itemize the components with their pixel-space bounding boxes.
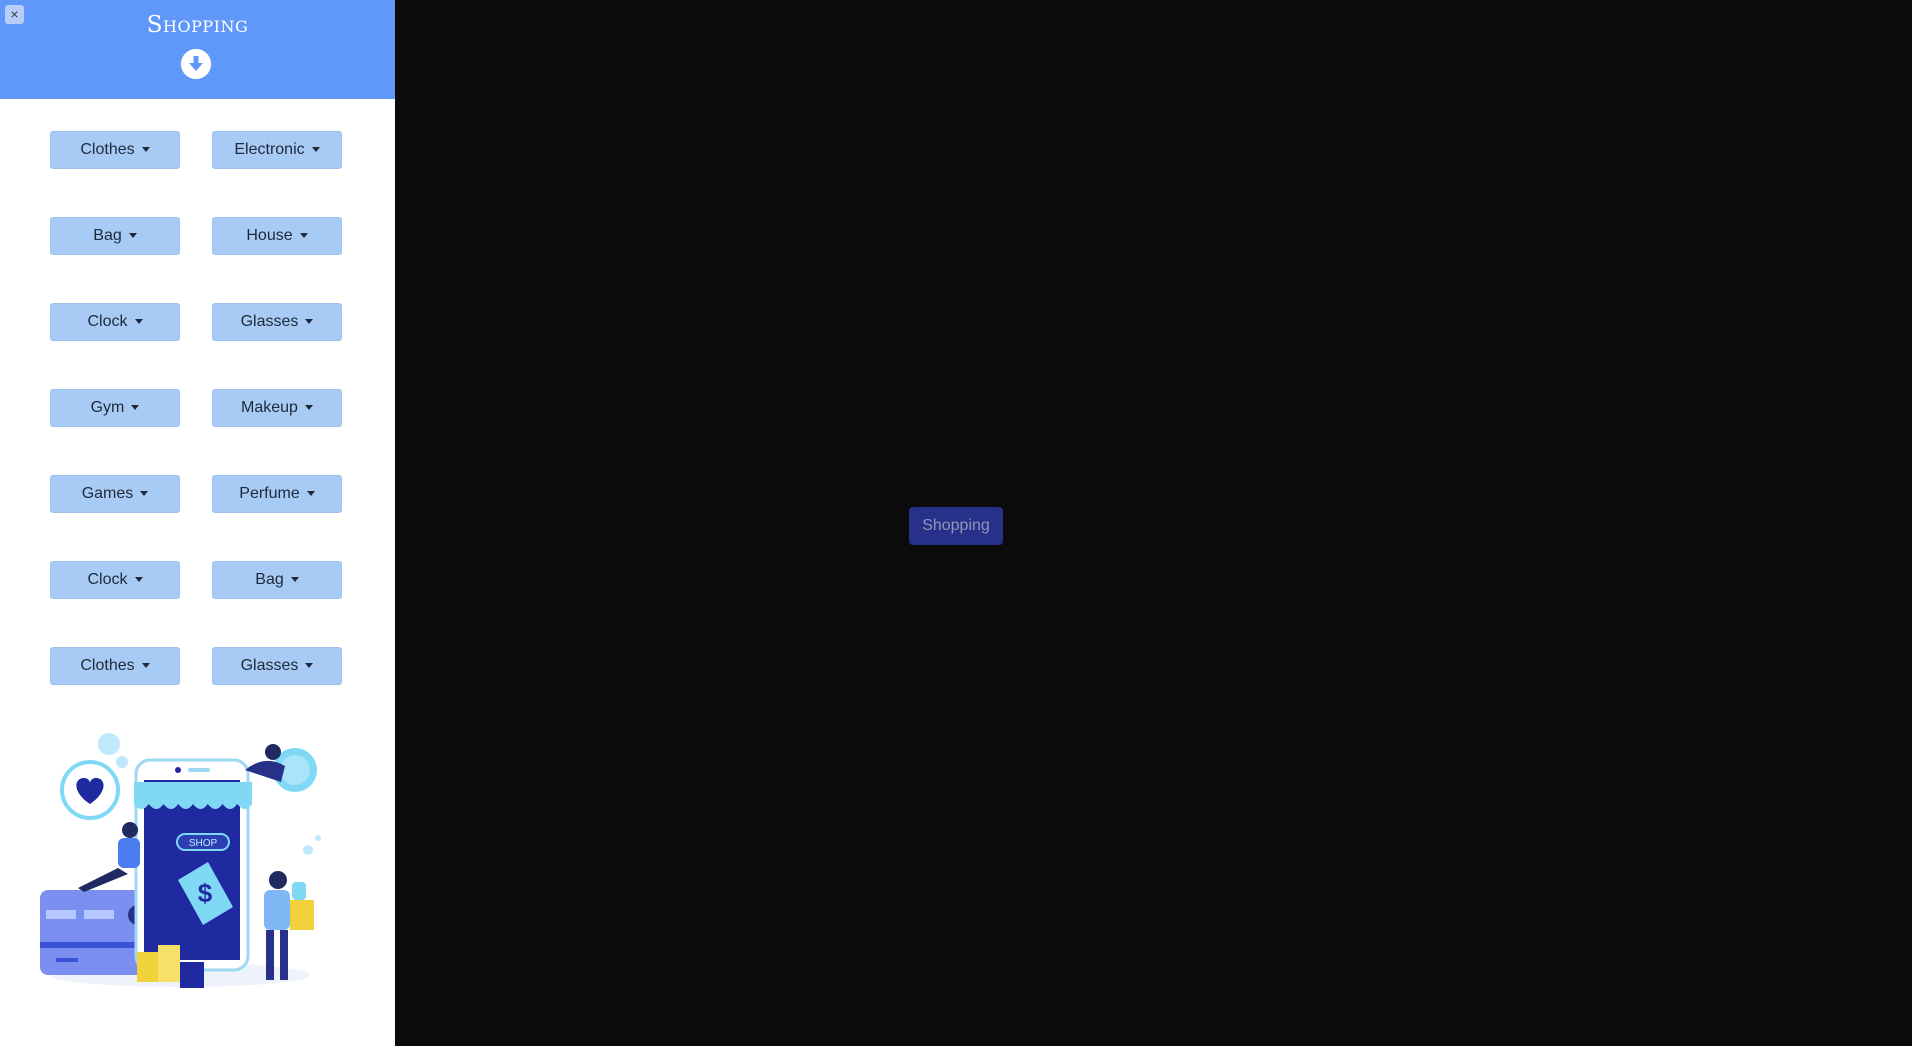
caret-down-icon [134, 576, 143, 582]
category-button-glasses-2[interactable]: Glasses [212, 647, 342, 685]
category-button-glasses[interactable]: Glasses [212, 303, 342, 341]
shopping-toggle-button[interactable]: Shopping [909, 507, 1003, 545]
category-button-bag-2[interactable]: Bag [212, 561, 342, 599]
category-button-perfume[interactable]: Perfume [212, 475, 342, 513]
sidebar: × Shopping Clothes Electronic Bag House … [0, 0, 395, 1046]
category-button-bag[interactable]: Bag [50, 217, 180, 255]
caret-down-icon [305, 318, 314, 324]
category-button-clothes-2[interactable]: Clothes [50, 647, 180, 685]
category-button-games[interactable]: Games [50, 475, 180, 513]
caret-down-icon [304, 404, 313, 410]
caret-down-icon [299, 232, 308, 238]
caret-down-icon [134, 318, 143, 324]
category-button-clothes[interactable]: Clothes [50, 131, 180, 169]
caret-down-icon [305, 662, 314, 668]
shopping-illustration: SHOP $ [40, 733, 321, 988]
caret-down-icon [141, 146, 150, 152]
caret-down-icon [141, 662, 150, 668]
category-grid: Clothes Electronic Bag House Clock Glass… [0, 0, 395, 700]
category-button-clock-2[interactable]: Clock [50, 561, 180, 599]
caret-down-icon [311, 146, 320, 152]
tag-dollar-label: $ [198, 878, 213, 908]
main-area [395, 0, 1912, 1046]
caret-down-icon [306, 490, 315, 496]
category-button-clock[interactable]: Clock [50, 303, 180, 341]
caret-down-icon [128, 232, 137, 238]
shop-sign-label: SHOP [189, 838, 218, 849]
caret-down-icon [131, 404, 140, 410]
category-button-house[interactable]: House [212, 217, 342, 255]
category-button-gym[interactable]: Gym [50, 389, 180, 427]
category-button-makeup[interactable]: Makeup [212, 389, 342, 427]
caret-down-icon [140, 490, 149, 496]
category-button-electronic[interactable]: Electronic [212, 131, 342, 169]
caret-down-icon [290, 576, 299, 582]
